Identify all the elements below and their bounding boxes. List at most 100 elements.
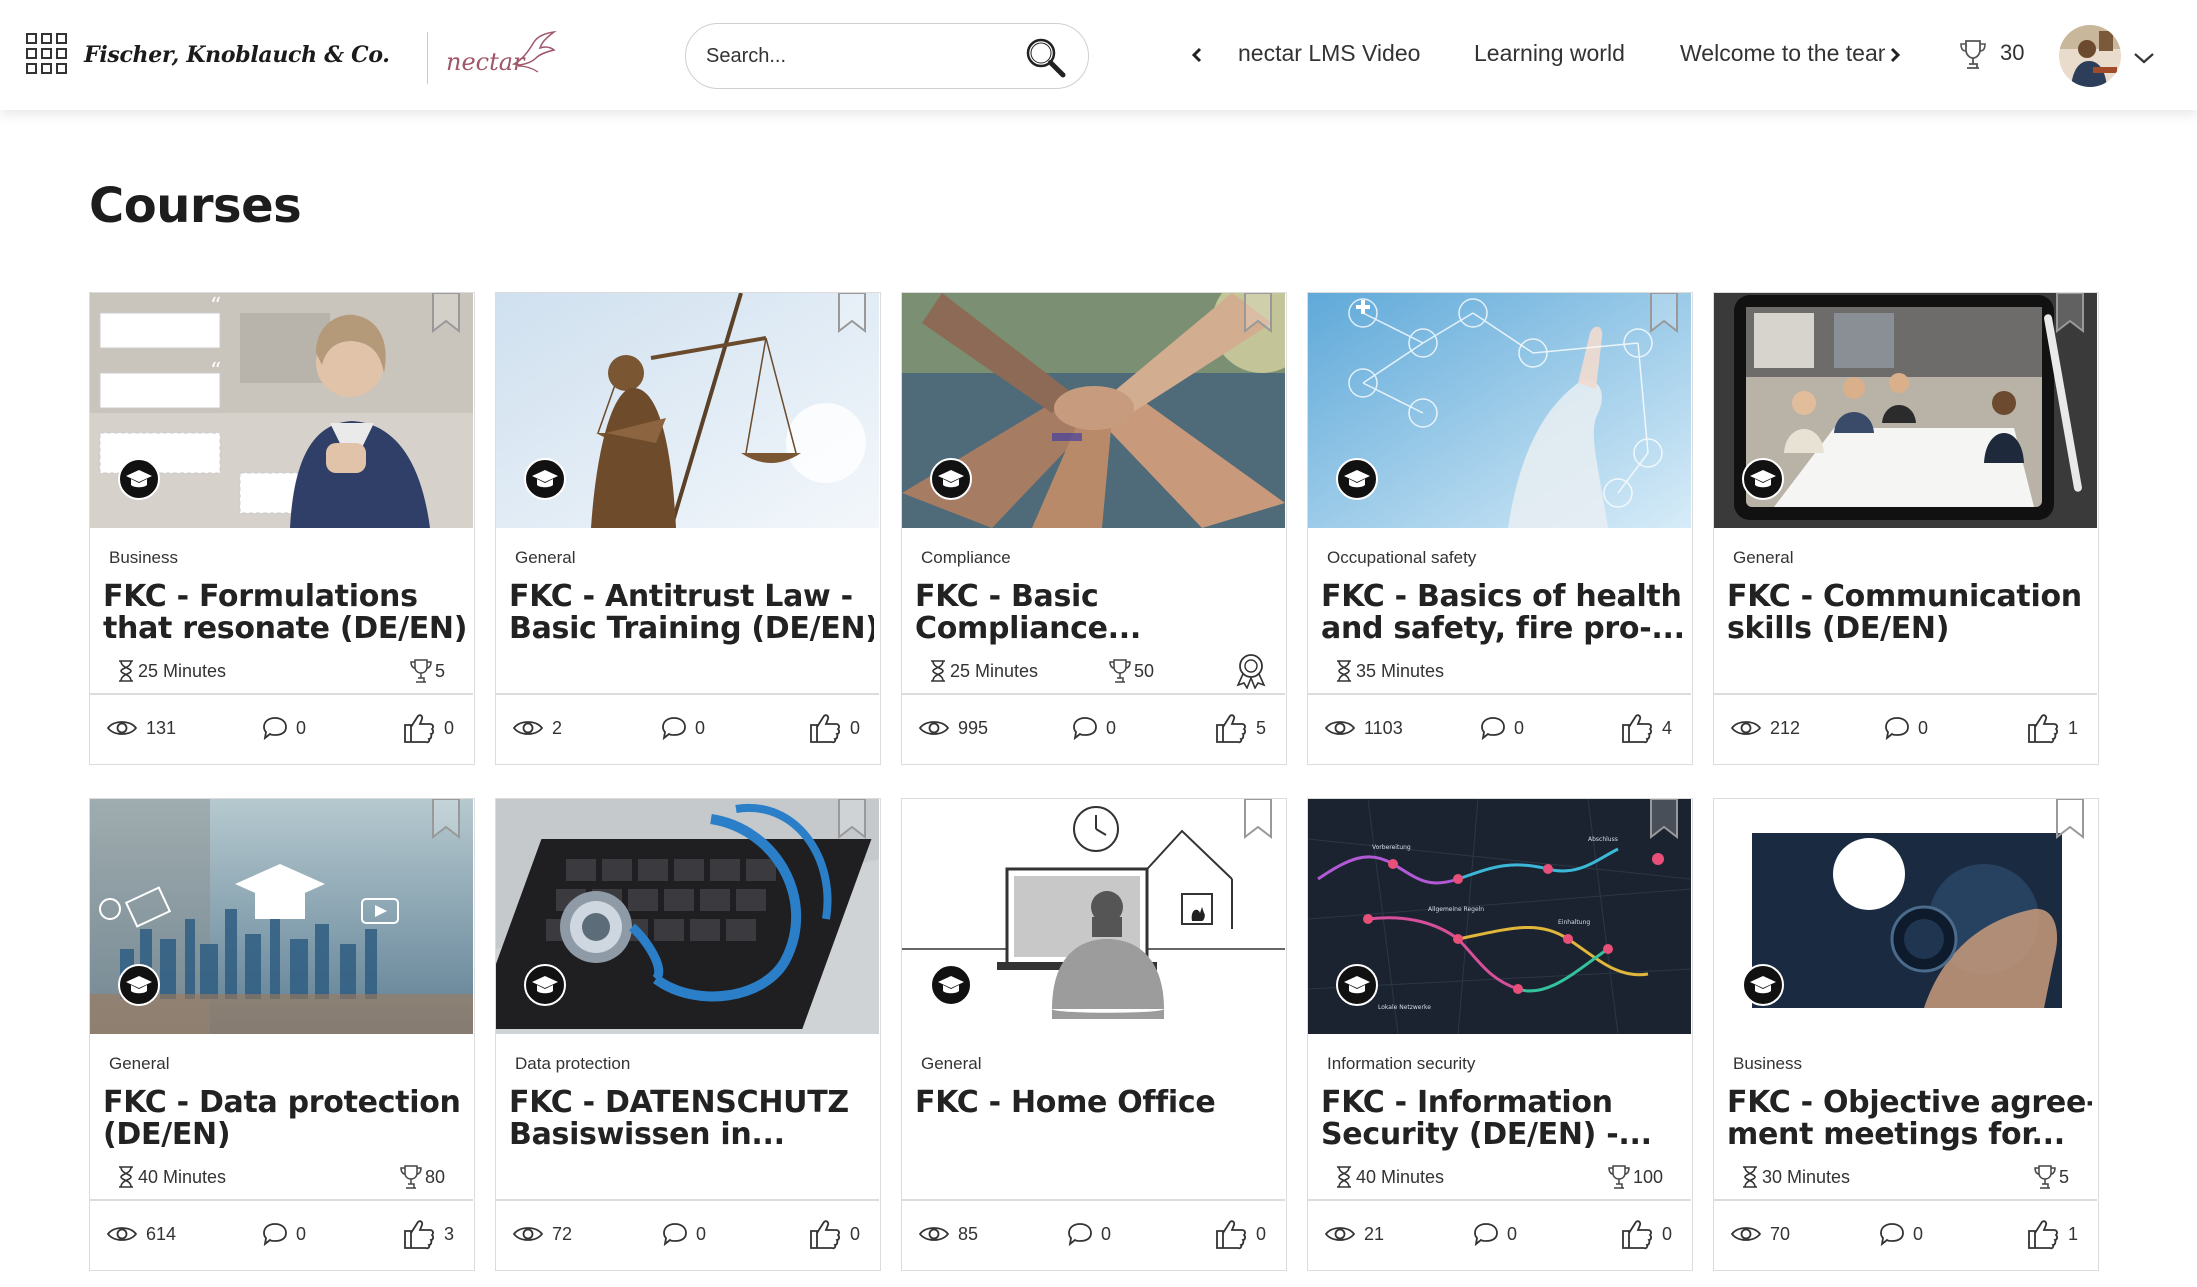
course-card[interactable]: Compliance FKC - Basic Compliance... 25 M… (901, 292, 1287, 765)
trophy-icon (1109, 659, 1131, 683)
nav-item-welcome[interactable]: Welcome to the team (1680, 40, 1885, 67)
course-category: Business (1733, 1054, 1802, 1073)
trophy-icon[interactable] (1958, 38, 1988, 72)
nav-item-welcome-clip: Welcome to the team (1680, 36, 1885, 72)
comments-stat[interactable]: 0 (262, 711, 306, 745)
course-card[interactable]: General FKC - Communication skills (DE/EN… (1713, 292, 2099, 765)
points-count[interactable]: 30 (2000, 40, 2024, 66)
course-title[interactable]: FKC - Objective agree-ment meetings for.… (1727, 1087, 2092, 1151)
eye-icon (918, 721, 950, 735)
course-duration: 30 Minutes (1741, 1163, 1850, 1191)
likes-stat[interactable]: 5 (1214, 711, 1266, 745)
comments-stat[interactable]: 0 (1884, 711, 1928, 745)
trophy-icon (1608, 1165, 1630, 1189)
course-card[interactable]: Data protection FKC - DATENSCHUTZ Basiswi… (495, 798, 881, 1271)
graduation-cap-icon (930, 458, 972, 500)
bookmark-icon[interactable] (1242, 292, 1274, 333)
bookmark-icon[interactable] (430, 292, 462, 333)
likes-stat[interactable]: 0 (808, 1217, 860, 1251)
nav-item-video[interactable]: nectar LMS Video (1238, 40, 1420, 67)
comments-stat[interactable]: 0 (262, 1217, 306, 1251)
comment-icon (1073, 717, 1097, 740)
comments-stat[interactable]: 0 (1480, 711, 1524, 745)
course-title[interactable]: FKC - Antitrust Law - Basic Training (DE/… (509, 581, 874, 645)
views-stat: 614 (106, 1217, 176, 1251)
svg-text:Vorbereitung: Vorbereitung (1372, 844, 1411, 851)
comment-icon (1474, 1223, 1498, 1246)
chevron-right-icon[interactable] (1886, 40, 1906, 70)
hourglass-icon (119, 1166, 133, 1188)
likes-stat[interactable]: 0 (1620, 1217, 1672, 1251)
certificate-badge-icon (1236, 654, 1266, 689)
likes-stat[interactable]: 1 (2026, 711, 2078, 745)
bookmark-icon[interactable] (1648, 292, 1680, 333)
bookmark-icon[interactable] (2054, 292, 2086, 333)
comment-icon (1885, 717, 1909, 740)
course-points: 5 (2034, 1163, 2069, 1191)
views-stat: 72 (512, 1217, 572, 1251)
likes-stat[interactable]: 3 (402, 1217, 454, 1251)
thumbs-up-icon (810, 1220, 840, 1250)
comments-stat[interactable]: 0 (662, 1217, 706, 1251)
eye-icon (106, 1227, 138, 1241)
likes-stat[interactable]: 1 (2026, 1217, 2078, 1251)
app-grid-icon[interactable] (26, 33, 68, 75)
comments-stat[interactable]: 0 (661, 711, 705, 745)
comments-stat[interactable]: 0 (1072, 711, 1116, 745)
nav-item-learning-world[interactable]: Learning world (1474, 40, 1625, 67)
card-divider (1714, 693, 2097, 695)
course-duration: 40 Minutes (1335, 1163, 1444, 1191)
course-card[interactable]: Occupational safety FKC - Basics of heal… (1307, 292, 1693, 765)
avatar[interactable] (2059, 25, 2121, 87)
thumbs-up-icon (810, 714, 840, 744)
course-duration: 25 Minutes (117, 657, 226, 685)
likes-stat[interactable]: 0 (1214, 1217, 1266, 1251)
course-title[interactable]: FKC - Communication skills (DE/EN) (1727, 581, 2092, 645)
hourglass-icon (119, 660, 133, 682)
course-card[interactable]: General FKC - Data protection (DE/EN) 40 … (89, 798, 475, 1271)
likes-stat[interactable]: 0 (808, 711, 860, 745)
views-stat: 995 (918, 711, 988, 745)
company-logo[interactable]: Fischer, Knoblauch & Co. (84, 42, 390, 68)
hourglass-icon (1743, 1166, 1757, 1188)
search-icon[interactable] (1022, 34, 1068, 80)
bookmark-icon[interactable] (430, 798, 462, 839)
course-card[interactable]: General FKC - Antitrust Law - Basic Train… (495, 292, 881, 765)
eye-icon (1324, 721, 1356, 735)
comments-stat[interactable]: 0 (1067, 1217, 1111, 1251)
bookmark-icon[interactable] (1648, 798, 1680, 839)
chevron-left-icon[interactable] (1186, 40, 1206, 70)
chevron-down-icon[interactable] (2132, 50, 2156, 66)
bookmark-icon[interactable] (836, 798, 868, 839)
course-card[interactable]: Vorbereitung Abschluss Allgemeine Regeln E… (1307, 798, 1693, 1271)
eye-icon (918, 1227, 950, 1241)
card-divider (1308, 1199, 1691, 1201)
course-title[interactable]: FKC - Basic Compliance... (915, 581, 1280, 645)
course-title[interactable]: FKC - Home Office (915, 1087, 1280, 1119)
bookmark-icon[interactable] (1242, 798, 1274, 839)
course-card[interactable]: “ “ Business FKC - Formulations that reso… (89, 292, 475, 765)
course-card[interactable]: Business FKC - Objective agree-ment meet… (1713, 798, 2099, 1271)
graduation-cap-icon (1742, 458, 1784, 500)
course-title[interactable]: FKC - Data protection (DE/EN) (103, 1087, 468, 1151)
nectar-logo[interactable]: nectar (446, 30, 558, 80)
hourglass-icon (931, 660, 945, 682)
course-card[interactable]: General FKC - Home Office 85 0 0 (901, 798, 1287, 1271)
bookmark-icon[interactable] (836, 292, 868, 333)
bookmark-icon[interactable] (2054, 798, 2086, 839)
views-stat: 1103 (1324, 711, 1403, 745)
likes-stat[interactable]: 0 (402, 711, 454, 745)
search-box[interactable] (685, 23, 1089, 89)
views-stat: 2 (512, 711, 562, 745)
course-title[interactable]: FKC - DATENSCHUTZ Basiswissen in... (509, 1087, 874, 1151)
search-input[interactable] (706, 38, 1016, 74)
svg-text:Abschluss: Abschluss (1588, 836, 1618, 843)
comments-stat[interactable]: 0 (1879, 1217, 1923, 1251)
likes-stat[interactable]: 4 (1620, 711, 1672, 745)
course-title[interactable]: FKC - Formulations that resonate (DE/EN) (103, 581, 468, 645)
course-points: 80 (400, 1163, 445, 1191)
course-title[interactable]: FKC - Information Security (DE/EN) -... (1321, 1087, 1686, 1151)
trophy-icon (410, 659, 432, 683)
course-title[interactable]: FKC - Basics of health and safety, fire p… (1321, 581, 1686, 645)
comments-stat[interactable]: 0 (1473, 1217, 1517, 1251)
